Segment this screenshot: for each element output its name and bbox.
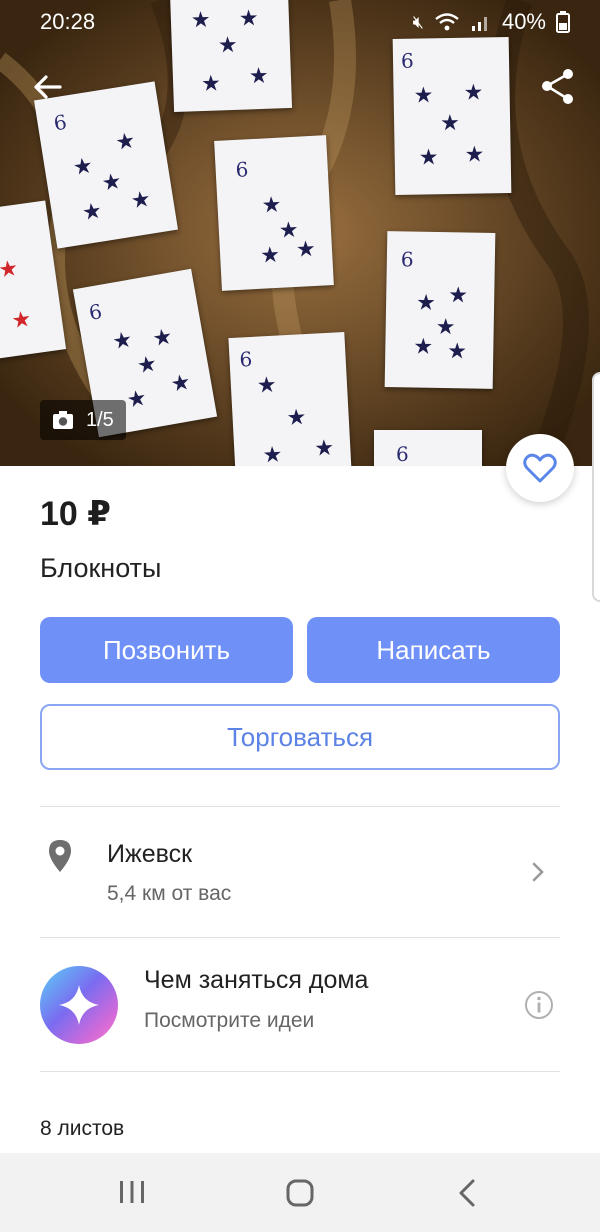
notepad-card: 6 ★ ★ ★ ★ xyxy=(214,135,334,291)
battery-text: 40% xyxy=(501,9,546,34)
divider xyxy=(40,937,560,938)
chevron-right-icon xyxy=(532,862,544,882)
side-handle xyxy=(592,372,600,602)
bargain-button[interactable]: Торговаться xyxy=(40,704,560,770)
location-distance: 5,4 км от вас xyxy=(107,882,232,905)
mute-icon: 🔇︎ xyxy=(412,11,424,32)
home-icon[interactable] xyxy=(285,1178,315,1208)
wifi-icon xyxy=(435,13,459,31)
promo-subtitle: Посмотрите идеи xyxy=(144,1009,315,1032)
back-button[interactable] xyxy=(28,68,68,108)
write-button[interactable]: Написать xyxy=(307,617,560,683)
notepad-card: 6 xyxy=(374,430,482,466)
system-nav-bar xyxy=(0,1153,600,1232)
heart-icon xyxy=(523,453,557,483)
divider xyxy=(40,806,560,807)
location-pin-icon xyxy=(49,840,71,872)
listing-title: Блокноты xyxy=(40,553,162,583)
notepad-card: 6 ★ ★ ★ ★ ★ xyxy=(392,36,512,196)
description-text: 8 листов xyxy=(40,1117,125,1140)
photo-counter: 1/5 xyxy=(40,400,126,440)
notepad-card: 6 ★ ★ ★ ★ xyxy=(228,332,352,466)
promo-title: Чем заняться дома xyxy=(144,966,369,994)
sparkle-icon xyxy=(59,985,99,1025)
share-button[interactable] xyxy=(538,66,578,106)
status-bar: 20:28 🔇︎ 40% xyxy=(0,0,600,44)
camera-icon xyxy=(53,411,73,429)
listing-photo[interactable]: ★ ★ ★ ★ ★ 6 ★ ★ ★ ★ ★ 6 ★ ★ ★ ★ 6 ★ ★ ★ ★ ★ ★ ★ 6 ★ ★… xyxy=(0,0,600,466)
recent-apps-icon[interactable] xyxy=(118,1180,146,1204)
notepad-card: 6 ★ ★ ★ ★ ★ xyxy=(384,231,496,389)
arrow-left-icon xyxy=(34,75,62,99)
battery-icon xyxy=(556,11,570,33)
location-city: Ижевск xyxy=(107,840,193,868)
share-icon xyxy=(542,69,573,104)
info-icon[interactable] xyxy=(524,990,554,1020)
signal-icon xyxy=(471,17,487,31)
nav-back-icon[interactable] xyxy=(456,1178,478,1208)
photo-counter-text: 1/5 xyxy=(86,408,114,431)
status-icons: 🔇︎ 40% xyxy=(413,9,570,35)
call-button[interactable]: Позвонить xyxy=(40,617,293,683)
status-time: 20:28 xyxy=(40,9,96,34)
favorite-button[interactable] xyxy=(506,434,574,502)
divider xyxy=(40,1071,560,1072)
sparkle-logo-icon xyxy=(40,966,118,1044)
listing-price: 10 ₽ xyxy=(40,495,111,533)
